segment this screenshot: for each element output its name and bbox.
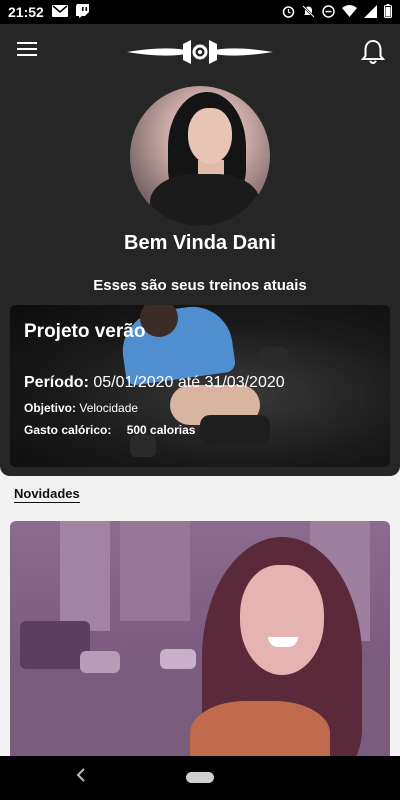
training-calories: Gasto calórico: 500 calorias: [24, 423, 195, 437]
training-objective: Objetivo: Velocidade: [24, 401, 138, 415]
objective-label: Objetivo:: [24, 401, 77, 415]
calories-label: Gasto calórico:: [24, 423, 112, 437]
objective-value: Velocidade: [79, 401, 139, 415]
back-icon[interactable]: [76, 766, 86, 787]
mail-icon: [51, 4, 68, 20]
welcome-heading: Bem Vinda Dani: [124, 232, 276, 254]
alarm-icon: [282, 5, 295, 20]
news-card[interactable]: [10, 521, 390, 756]
dumbbell-logo-icon: [125, 38, 275, 66]
app-screen: Bem Vinda Dani Esses são seus treinos at…: [0, 24, 400, 756]
avatar[interactable]: [130, 86, 270, 226]
news-section-title[interactable]: Novidades: [14, 486, 80, 503]
bell-icon[interactable]: [360, 38, 386, 66]
system-nav-bar: [0, 756, 400, 800]
status-left: 21:52: [8, 3, 89, 21]
period-value: 05/01/2020 até 31/03/2020: [93, 374, 285, 391]
hamburger-icon[interactable]: [17, 42, 37, 56]
header: Bem Vinda Dani Esses são seus treinos at…: [0, 24, 400, 476]
home-pill-icon[interactable]: [186, 772, 214, 783]
status-time: 21:52: [8, 4, 44, 20]
calories-value: 500 calorias: [126, 423, 196, 437]
period-label: Período:: [24, 374, 89, 391]
wifi-icon: [342, 5, 357, 19]
battery-icon: [384, 4, 392, 20]
trainings-subtitle: Esses são seus treinos atuais: [93, 277, 307, 294]
mute-icon: [302, 4, 315, 20]
status-right: [282, 4, 392, 20]
training-title: Projeto verão: [24, 321, 146, 342]
twitch-icon: [75, 3, 89, 21]
signal-icon: [364, 4, 377, 20]
status-bar: 21:52: [0, 0, 400, 24]
training-card[interactable]: Projeto verão Período: 05/01/2020 até 31…: [10, 305, 390, 467]
training-period: Período: 05/01/2020 até 31/03/2020: [24, 374, 285, 392]
dnd-icon: [322, 4, 335, 20]
